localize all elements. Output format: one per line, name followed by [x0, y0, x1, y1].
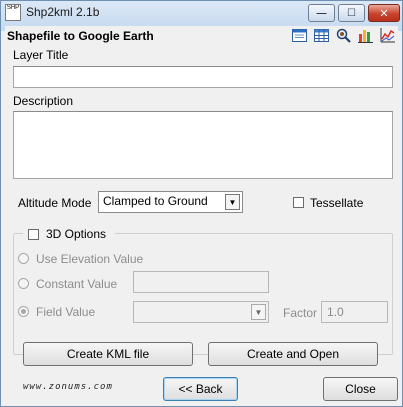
- factor-input[interactable]: 1.0: [321, 301, 388, 323]
- altitude-mode-select[interactable]: Clamped to Ground ▼: [98, 191, 243, 213]
- use-elevation-radio[interactable]: [18, 253, 29, 264]
- altitude-mode-label: Altitude Mode: [18, 196, 92, 210]
- zoom-icon[interactable]: [335, 27, 352, 44]
- factor-label: Factor: [283, 306, 318, 320]
- 3d-options-label: 3D Options: [46, 227, 107, 241]
- tessellate-label: Tessellate: [310, 196, 364, 210]
- back-button[interactable]: << Back: [163, 377, 238, 401]
- page-title: Shapefile to Google Earth: [7, 29, 154, 43]
- bar-chart-icon[interactable]: [357, 27, 374, 44]
- description-label: Description: [13, 94, 74, 108]
- maximize-button[interactable]: ☐: [338, 4, 365, 22]
- field-value-label: Field Value: [36, 305, 96, 319]
- toolbar: [291, 27, 396, 44]
- app-icon: SHP: [5, 4, 21, 21]
- layer-title-label: Layer Title: [13, 48, 69, 62]
- constant-value-radio[interactable]: [18, 278, 29, 289]
- altitude-mode-value: Clamped to Ground: [103, 194, 208, 208]
- use-elevation-label: Use Elevation Value: [36, 252, 144, 266]
- field-value-radio[interactable]: [18, 306, 29, 317]
- minimize-button[interactable]: —: [308, 4, 335, 22]
- chevron-down-icon[interactable]: ▼: [225, 194, 240, 210]
- window-icon[interactable]: [291, 27, 308, 44]
- create-kml-button[interactable]: Create KML file: [23, 342, 193, 366]
- title-bar[interactable]: SHP Shp2kml 2.1b — ☐ ✕: [1, 1, 402, 25]
- constant-value-label: Constant Value: [36, 277, 118, 291]
- table-icon[interactable]: [313, 27, 330, 44]
- create-and-open-button[interactable]: Create and Open: [208, 342, 378, 366]
- tessellate-checkbox[interactable]: [293, 197, 304, 208]
- window-title: Shp2kml 2.1b: [26, 5, 100, 19]
- line-chart-icon[interactable]: [379, 27, 396, 44]
- dialog-body: Shapefile to Google Earth Layer Title De…: [5, 26, 398, 404]
- field-value-select[interactable]: ▼: [133, 301, 269, 323]
- description-textarea[interactable]: [13, 111, 393, 179]
- chevron-down-icon[interactable]: ▼: [251, 304, 266, 320]
- website-watermark: www.zonums.com: [23, 382, 113, 392]
- layer-title-input[interactable]: [13, 66, 393, 88]
- constant-value-input[interactable]: [133, 271, 269, 293]
- app-window: SHP Shp2kml 2.1b — ☐ ✕ Shapefile to Goog…: [0, 0, 403, 407]
- close-window-button[interactable]: ✕: [368, 4, 400, 22]
- 3d-options-checkbox[interactable]: [28, 229, 39, 240]
- close-button[interactable]: Close: [323, 377, 398, 401]
